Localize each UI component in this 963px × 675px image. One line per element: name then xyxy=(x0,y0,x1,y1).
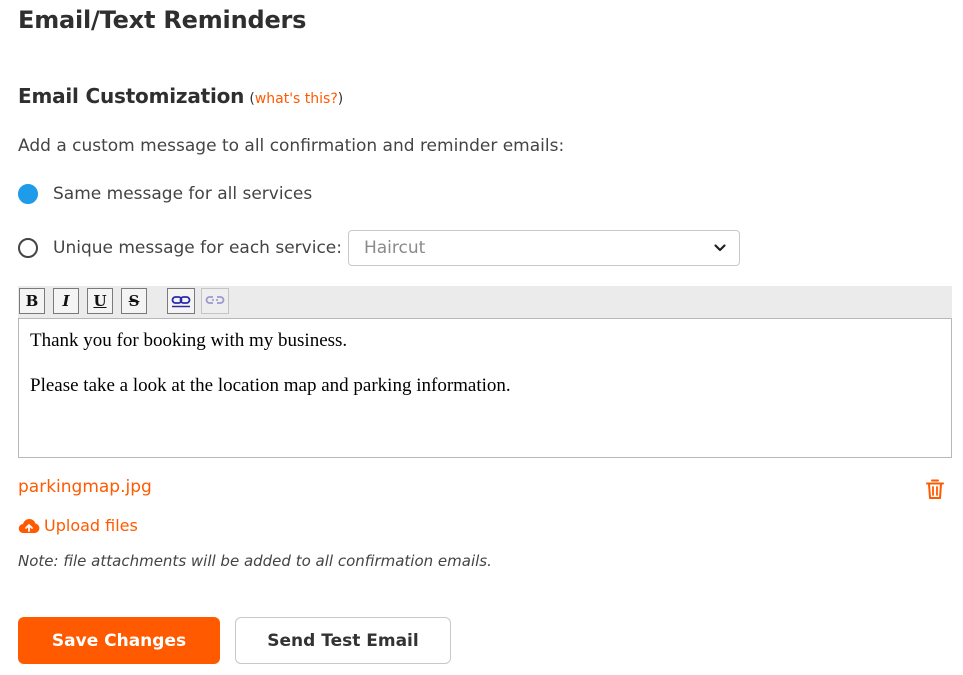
radio-same-message[interactable] xyxy=(18,184,38,204)
whats-this-link[interactable]: what's this? xyxy=(255,91,338,107)
insert-link-button[interactable] xyxy=(167,288,195,314)
editor-paragraph: Please take a look at the location map a… xyxy=(30,375,511,396)
paren-close: ) xyxy=(337,91,344,107)
message-editor[interactable]: Thank you for booking with my business. … xyxy=(18,318,952,458)
bold-button[interactable]: B xyxy=(19,288,45,314)
service-select[interactable]: Haircut xyxy=(347,230,740,266)
radio-same-label: Same message for all services xyxy=(53,184,313,204)
service-select-value: Haircut xyxy=(363,238,426,258)
save-changes-button[interactable]: Save Changes xyxy=(18,617,220,664)
radio-unique-message[interactable] xyxy=(18,238,38,258)
radio-option-same[interactable]: Same message for all services xyxy=(18,184,312,204)
section-header: Email Customization (what's this?) xyxy=(18,84,343,108)
upload-files-link[interactable]: Upload files xyxy=(18,516,138,535)
section-title: Email Customization xyxy=(18,84,245,108)
cloud-upload-icon xyxy=(18,518,40,533)
radio-unique-label: Unique message for each service: xyxy=(53,238,342,258)
intro-text: Add a custom message to all confirmation… xyxy=(18,136,565,156)
page-title: Email/Text Reminders xyxy=(18,6,307,34)
radio-option-unique[interactable]: Unique message for each service: Haircut xyxy=(18,230,740,266)
trash-icon[interactable] xyxy=(925,478,945,500)
send-test-email-button[interactable]: Send Test Email xyxy=(235,617,451,664)
editor-toolbar: B I U S xyxy=(18,286,952,318)
link-icon xyxy=(171,296,191,308)
editor-paragraph: Thank you for booking with my business. xyxy=(30,330,348,351)
strikethrough-button[interactable]: S xyxy=(121,288,147,314)
attachment-file-link[interactable]: parkingmap.jpg xyxy=(18,477,152,497)
chevron-down-icon xyxy=(714,244,726,252)
upload-files-label: Upload files xyxy=(44,516,138,535)
attachment-note: Note: file attachments will be added to … xyxy=(18,552,492,570)
unlink-icon xyxy=(205,296,225,304)
italic-button[interactable]: I xyxy=(53,288,79,314)
underline-button[interactable]: U xyxy=(87,288,113,314)
remove-link-button[interactable] xyxy=(201,288,229,314)
